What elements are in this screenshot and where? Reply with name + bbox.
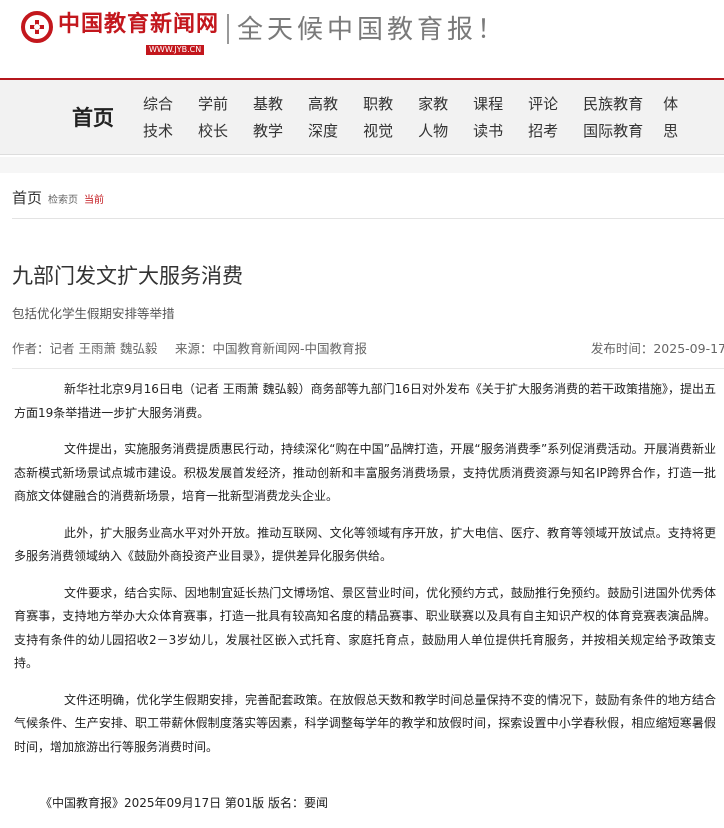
nav-home-link[interactable]: 首页 — [72, 102, 114, 132]
nav-link[interactable]: 深度 — [308, 120, 338, 141]
nav-link[interactable]: 人物 — [418, 120, 448, 141]
article-date: 发布时间：2025-09-17 — [590, 341, 724, 356]
article-author: 作者：记者 王雨萧 魏弘毅 — [12, 341, 158, 356]
nav-link[interactable]: 家教 — [418, 93, 448, 114]
nav-link[interactable]: 教学 — [253, 120, 283, 141]
nav-link[interactable]: 体 — [663, 93, 678, 114]
logo-emblem-icon — [20, 10, 54, 44]
logo-title: 中国教育新闻网 — [58, 11, 220, 37]
nav-link[interactable]: 评论 — [528, 93, 558, 114]
site-slogan: 全天候中国教育报！ — [237, 15, 508, 45]
main-nav: 首页 综合 学前 基教 高教 职教 家教 课程 评论 民族教育 体 技术 校长 … — [0, 80, 724, 155]
article-subtitle: 包括优化学生假期安排等举措 — [12, 306, 175, 321]
article-paragraph: 文件提出，实施服务消费提质惠民行动，持续深化“购在中国”品牌打造，开展“服务消费… — [14, 442, 716, 503]
logo-url: WWW.JYB.CN — [146, 45, 205, 55]
nav-link[interactable]: 技术 — [143, 120, 173, 141]
nav-link[interactable]: 职教 — [363, 93, 393, 114]
article-paragraph: 文件要求，结合实际、因地制宜延长热门文博场馆、景区营业时间，优化预约方式，鼓励推… — [14, 585, 716, 671]
article-source: 来源：中国教育新闻网-中国教育报 — [175, 341, 368, 356]
article-paragraph: 此外，扩大服务业高水平对外开放。推动互联网、文化等领域有序开放，扩大电信、医疗、… — [14, 525, 716, 564]
nav-link[interactable]: 高教 — [308, 93, 338, 114]
breadcrumb-home[interactable]: 首页 — [12, 187, 42, 208]
breadcrumb-search[interactable]: 检索页 — [48, 191, 78, 206]
nav-link[interactable]: 综合 — [143, 93, 173, 114]
nav-spacer — [0, 157, 724, 173]
nav-row-1: 综合 学前 基教 高教 职教 家教 课程 评论 民族教育 体 — [143, 93, 703, 114]
nav-row-2: 技术 校长 教学 深度 视觉 人物 读书 招考 国际教育 思 — [143, 120, 703, 141]
nav-link[interactable]: 视觉 — [363, 120, 393, 141]
nav-link[interactable]: 基教 — [253, 93, 283, 114]
breadcrumb-current: 当前 — [84, 195, 105, 206]
nav-link[interactable]: 招考 — [528, 120, 558, 141]
article-meta: 作者：记者 王雨萧 魏弘毅 来源：中国教育新闻网-中国教育报 发布时间：2025… — [12, 338, 724, 369]
nav-link[interactable]: 校长 — [198, 120, 228, 141]
article-paragraph: 文件还明确，优化学生假期安排，完善配套政策。在放假总天数和教学时间总量保持不变的… — [14, 692, 716, 754]
breadcrumb: 首页 检索页 当前 — [12, 187, 724, 219]
site-header: 中国教育新闻网 WWW.JYB.CN 全天候中国教育报！ — [0, 0, 724, 80]
nav-link[interactable]: 民族教育 — [583, 93, 643, 114]
article-paragraph: 新华社北京9月16日电（记者 王雨萧 魏弘毅）商务部等九部门16日对外发布《关于… — [14, 382, 716, 420]
nav-link[interactable]: 学前 — [198, 93, 228, 114]
nav-link[interactable]: 读书 — [473, 120, 503, 141]
logo-divider — [227, 14, 230, 44]
nav-link[interactable]: 国际教育 — [583, 120, 643, 141]
article-print-source: 《中国教育报》2025年09月17日 第01版 版名：要闻 — [40, 796, 328, 810]
site-logo[interactable]: 中国教育新闻网 WWW.JYB.CN 全天候中国教育报！ — [20, 10, 507, 56]
nav-link[interactable]: 思 — [663, 120, 678, 141]
nav-link[interactable]: 课程 — [473, 93, 503, 114]
article-body: 新华社北京9月16日电（记者 王雨萧 魏弘毅）商务部等九部门16日对外发布《关于… — [14, 378, 716, 772]
article-title: 九部门发文扩大服务消费 — [12, 264, 243, 288]
